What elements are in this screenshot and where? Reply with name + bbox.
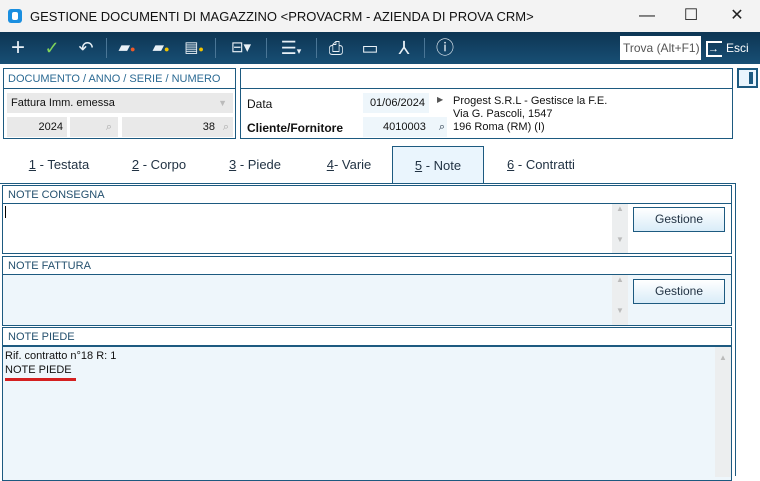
customer-code-field[interactable]: 4010003 ⌕ [363,117,447,137]
document-type-value: Fattura Imm. emessa [11,97,115,109]
customer-name: Progest S.R.L - Gestisce la F.E. [453,95,608,107]
customer-info: Progest S.R.L - Gestisce la F.E. Via G. … [453,95,607,134]
maximize-button[interactable]: ☐ [676,4,706,28]
note-piede-section: Rif. contratto n°18 R: 1 NOTE PIEDE ▲ [2,346,732,481]
number-value: 38 [202,121,215,133]
document-menu-icon[interactable]: ⊟▾ [224,35,258,61]
separator [316,38,317,58]
note-consegna-section: ▲ ▼ Gestione [2,203,732,254]
note-piede-scrollbar[interactable]: ▲ [715,347,731,477]
search-icon[interactable]: ⌕ [106,117,112,137]
separator [424,38,425,58]
title-bar: GESTIONE DOCUMENTI DI MAGAZZINO <PROVACR… [0,0,760,32]
separator [215,38,216,58]
search-icon[interactable]: ⌕ [439,117,445,137]
pdf-icon[interactable]: ⅄ [390,35,418,61]
note-piede-line: NOTE PIEDE [5,364,72,376]
help-icon[interactable]: ⓘ [431,35,459,61]
exit-label: Esci [726,41,749,55]
note-piede-header: NOTE PIEDE [2,327,732,346]
menu-icon[interactable]: ☰▾ [274,35,308,61]
number-field[interactable]: 38 ⌕ [122,117,233,137]
red-underline-annotation [5,378,76,381]
note-fattura-textarea[interactable] [3,275,611,325]
note-fattura-header: NOTE FATTURA [2,256,732,275]
print-icon[interactable]: ⎙ [322,35,350,61]
separator [106,38,107,58]
monitor-icon[interactable]: ▭ [356,35,384,61]
year-field[interactable]: 2024 [7,117,67,137]
app-icon [8,9,22,23]
document-icon[interactable]: ▤● [180,35,208,61]
search-input[interactable]: Trova (Alt+F1) [620,36,701,60]
series-field[interactable]: ⌕ [70,117,118,137]
gestione-consegna-button[interactable]: Gestione [633,207,725,232]
document-type-select[interactable]: Fattura Imm. emessa ▼ [7,93,233,113]
search-icon[interactable]: ⌕ [223,117,229,137]
note-consegna-header: NOTE CONSEGNA [2,185,732,204]
side-panel-icon[interactable] [737,68,758,88]
header-panel: Data 01/06/2024 ▶ Cliente/Fornitore 4010… [240,68,733,139]
tab-corpo[interactable]: 2 - Corpo [118,146,200,183]
customer-address: Via G. Pascoli, 1547 [453,108,553,120]
document-panel: DOCUMENTO / ANNO / SERIE / NUMERO Fattur… [3,68,236,139]
tab-note[interactable]: 5 - Note [392,146,484,184]
note-piede-line: Rif. contratto n°18 R: 1 [5,350,117,362]
customer-code-value: 4010003 [383,121,426,133]
folder-red-icon[interactable]: ▰● [113,35,141,61]
customer-label: Cliente/Fornitore [247,121,344,135]
exit-icon: → [706,40,722,57]
date-field[interactable]: 01/06/2024 [363,93,429,113]
tab-contratti[interactable]: 6 - Contratti [492,146,590,183]
save-check-icon[interactable]: ✓ [38,35,66,61]
chevron-down-icon: ▼ [218,98,227,108]
folder-yellow-icon[interactable]: ▰● [147,35,175,61]
new-icon[interactable]: + [4,35,32,61]
gestione-fattura-button[interactable]: Gestione [633,279,725,304]
tab-varie[interactable]: 4- Varie [308,146,390,183]
note-fattura-section: ▲ ▼ Gestione [2,274,732,326]
note-fattura-scrollbar[interactable]: ▲ ▼ [612,275,628,325]
minimize-button[interactable]: — [632,4,662,28]
chevron-right-icon[interactable]: ▶ [437,95,443,104]
note-piede-textarea[interactable]: Rif. contratto n°18 R: 1 NOTE PIEDE [5,349,705,377]
separator [266,38,267,58]
note-consegna-textarea[interactable] [3,204,611,252]
undo-icon[interactable]: ↶ [72,35,100,61]
note-consegna-scrollbar[interactable]: ▲ ▼ [612,204,628,253]
customer-city: 196 Roma (RM) (I) [453,121,545,133]
tab-testata[interactable]: 1 - Testata [14,146,104,183]
close-button[interactable]: ✕ [722,4,752,28]
exit-button[interactable]: → Esci [706,36,749,60]
text-cursor [5,206,6,218]
tab-piede[interactable]: 3 - Piede [214,146,296,183]
window-title: GESTIONE DOCUMENTI DI MAGAZZINO <PROVACR… [30,9,534,24]
document-panel-header: DOCUMENTO / ANNO / SERIE / NUMERO [4,69,235,89]
date-label: Data [247,97,273,111]
